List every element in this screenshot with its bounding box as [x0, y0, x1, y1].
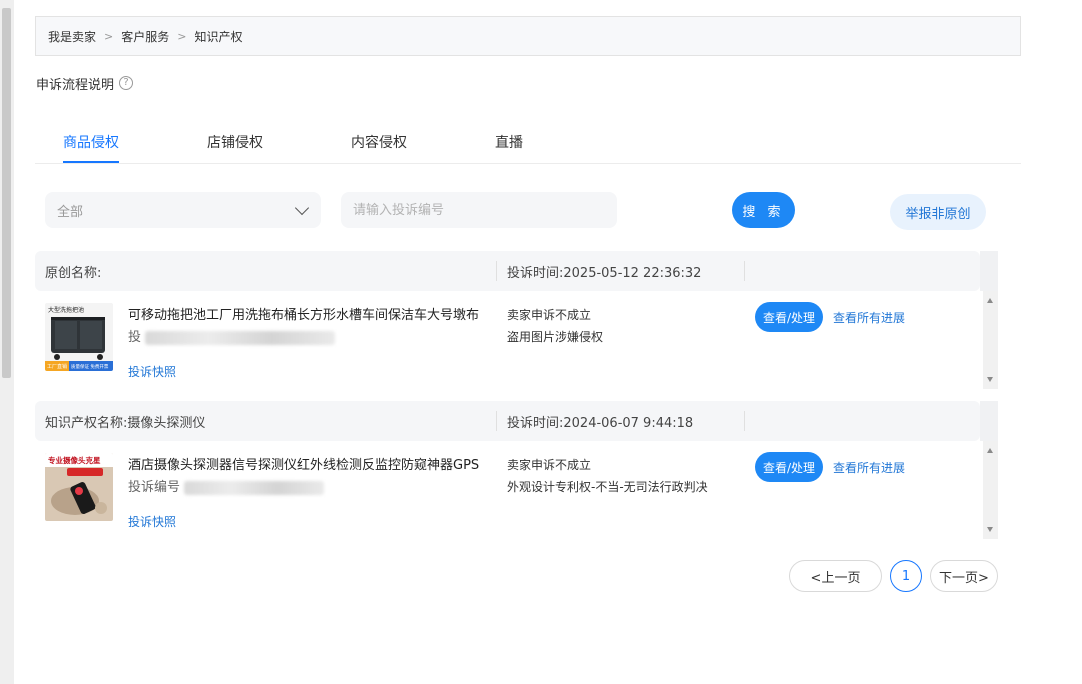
header-divider	[496, 261, 497, 281]
appeal-process-label[interactable]: 申诉流程说明	[36, 74, 114, 93]
complaint-reason: 外观设计专利权-不当-无司法行政判决	[507, 480, 708, 494]
svg-text:大型洗拖把池: 大型洗拖把池	[48, 306, 84, 314]
complaint-number-label: 投诉编号	[128, 480, 181, 495]
scroll-down-icon[interactable]	[987, 377, 993, 382]
active-tab-indicator	[63, 161, 119, 163]
complaint-card-header: 原创名称: 投诉时间:2025-05-12 22:36:32	[35, 251, 980, 291]
appeal-status: 卖家申诉不成立	[507, 308, 592, 322]
tab-store-infringement[interactable]: 店铺侵权	[207, 132, 263, 152]
complaint-reason: 盗用图片涉嫌侵权	[507, 330, 604, 344]
appeal-status: 卖家申诉不成立	[507, 458, 592, 472]
redacted-complaint-number	[145, 330, 336, 345]
view-handle-button[interactable]: 查看/处理	[755, 302, 823, 332]
product-title[interactable]: 酒店摄像头探测器信号探测仪红外线检测反监控防窥神器GPS	[128, 454, 500, 473]
complaint-card-body: 专业摄像头克星 酒店摄像头探测器信号探测仪红外线检测反监控防窥神器GPS 投诉编…	[35, 441, 998, 539]
type-filter-value: 全部	[57, 204, 84, 220]
scroll-up-icon[interactable]	[987, 448, 993, 453]
page-scrollbar[interactable]	[0, 0, 14, 684]
complaint-snapshot-link[interactable]: 投诉快照	[128, 513, 176, 530]
complaint-card: 知识产权名称:摄像头探测仪 投诉时间:2024-06-07 9:44:18 专业…	[35, 401, 998, 539]
breadcrumb-separator: >	[104, 29, 114, 43]
type-filter-select[interactable]: 全部	[45, 192, 321, 228]
ip-name-label: 知识产权名称:摄像头探测仪	[45, 415, 206, 431]
redacted-complaint-number	[184, 480, 325, 495]
tab-bar: 商品侵权 店铺侵权 内容侵权 直播	[35, 120, 1021, 164]
appeal-process-note[interactable]: 申诉流程说明 ?	[36, 74, 134, 93]
page-scrollbar-thumb[interactable]	[2, 8, 11, 378]
breadcrumb-separator: >	[177, 29, 187, 43]
prev-page-button[interactable]: <上一页	[789, 560, 882, 592]
complaint-number-input[interactable]	[341, 192, 617, 228]
complaint-number: 投诉编号	[128, 476, 325, 495]
product-title[interactable]: 可移动拖把池工厂用洗拖布桶长方形水槽车间保洁车大号墩布	[128, 304, 500, 323]
next-page-button[interactable]: 下一页>	[930, 560, 998, 592]
breadcrumb-item-ip: 知识产权	[194, 29, 243, 44]
original-name-label: 原创名称:	[45, 265, 102, 281]
complaint-card-body: 大型洗拖把池 工厂直销 质量保证 免费开票 可移动拖把池工厂用洗拖布桶长方形水槽…	[35, 291, 998, 389]
header-scroll-track	[980, 401, 998, 441]
header-divider	[744, 261, 745, 281]
svg-text:质量保证 免费开票: 质量保证 免费开票	[71, 363, 109, 370]
complaint-number: 投	[128, 326, 336, 345]
current-page-button[interactable]: 1	[890, 560, 922, 592]
tab-product-infringement[interactable]: 商品侵权	[63, 132, 119, 152]
breadcrumb-item-customer-service[interactable]: 客户服务	[121, 28, 169, 45]
tab-live[interactable]: 直播	[495, 132, 523, 152]
card-scrollbar[interactable]	[983, 441, 998, 539]
svg-text:工厂直销: 工厂直销	[47, 363, 67, 370]
scroll-up-icon[interactable]	[987, 298, 993, 303]
card-scrollbar[interactable]	[983, 291, 998, 389]
product-thumbnail[interactable]: 专业摄像头克星	[45, 453, 113, 521]
tab-content-infringement[interactable]: 内容侵权	[351, 132, 407, 152]
complaint-time: 投诉时间:2024-06-07 9:44:18	[507, 415, 694, 431]
view-handle-button[interactable]: 查看/处理	[755, 452, 823, 482]
svg-text:专业摄像头克星: 专业摄像头克星	[48, 455, 101, 465]
breadcrumb: 我是卖家 > 客户服务 > 知识产权	[35, 16, 1021, 56]
header-divider	[496, 411, 497, 431]
complaint-card-header: 知识产权名称:摄像头探测仪 投诉时间:2024-06-07 9:44:18	[35, 401, 980, 441]
complaint-time: 投诉时间:2025-05-12 22:36:32	[507, 265, 702, 281]
breadcrumb-item-seller[interactable]: 我是卖家	[48, 28, 96, 45]
search-button[interactable]: 搜 索	[732, 192, 795, 228]
report-non-original-button[interactable]: 举报非原创	[890, 194, 986, 230]
question-circle-icon[interactable]: ?	[119, 76, 134, 90]
complaint-number-label: 投	[128, 330, 142, 345]
product-thumbnail[interactable]: 大型洗拖把池 工厂直销 质量保证 免费开票	[45, 303, 113, 371]
complaint-card: 原创名称: 投诉时间:2025-05-12 22:36:32 大型洗拖把池 工厂…	[35, 251, 998, 389]
view-all-progress-link[interactable]: 查看所有进展	[833, 309, 905, 326]
view-all-progress-link[interactable]: 查看所有进展	[833, 459, 905, 476]
header-scroll-track	[980, 251, 998, 291]
complaint-snapshot-link[interactable]: 投诉快照	[128, 363, 176, 380]
chevron-down-icon	[294, 200, 310, 215]
scroll-down-icon[interactable]	[987, 527, 993, 532]
header-divider	[744, 411, 745, 431]
